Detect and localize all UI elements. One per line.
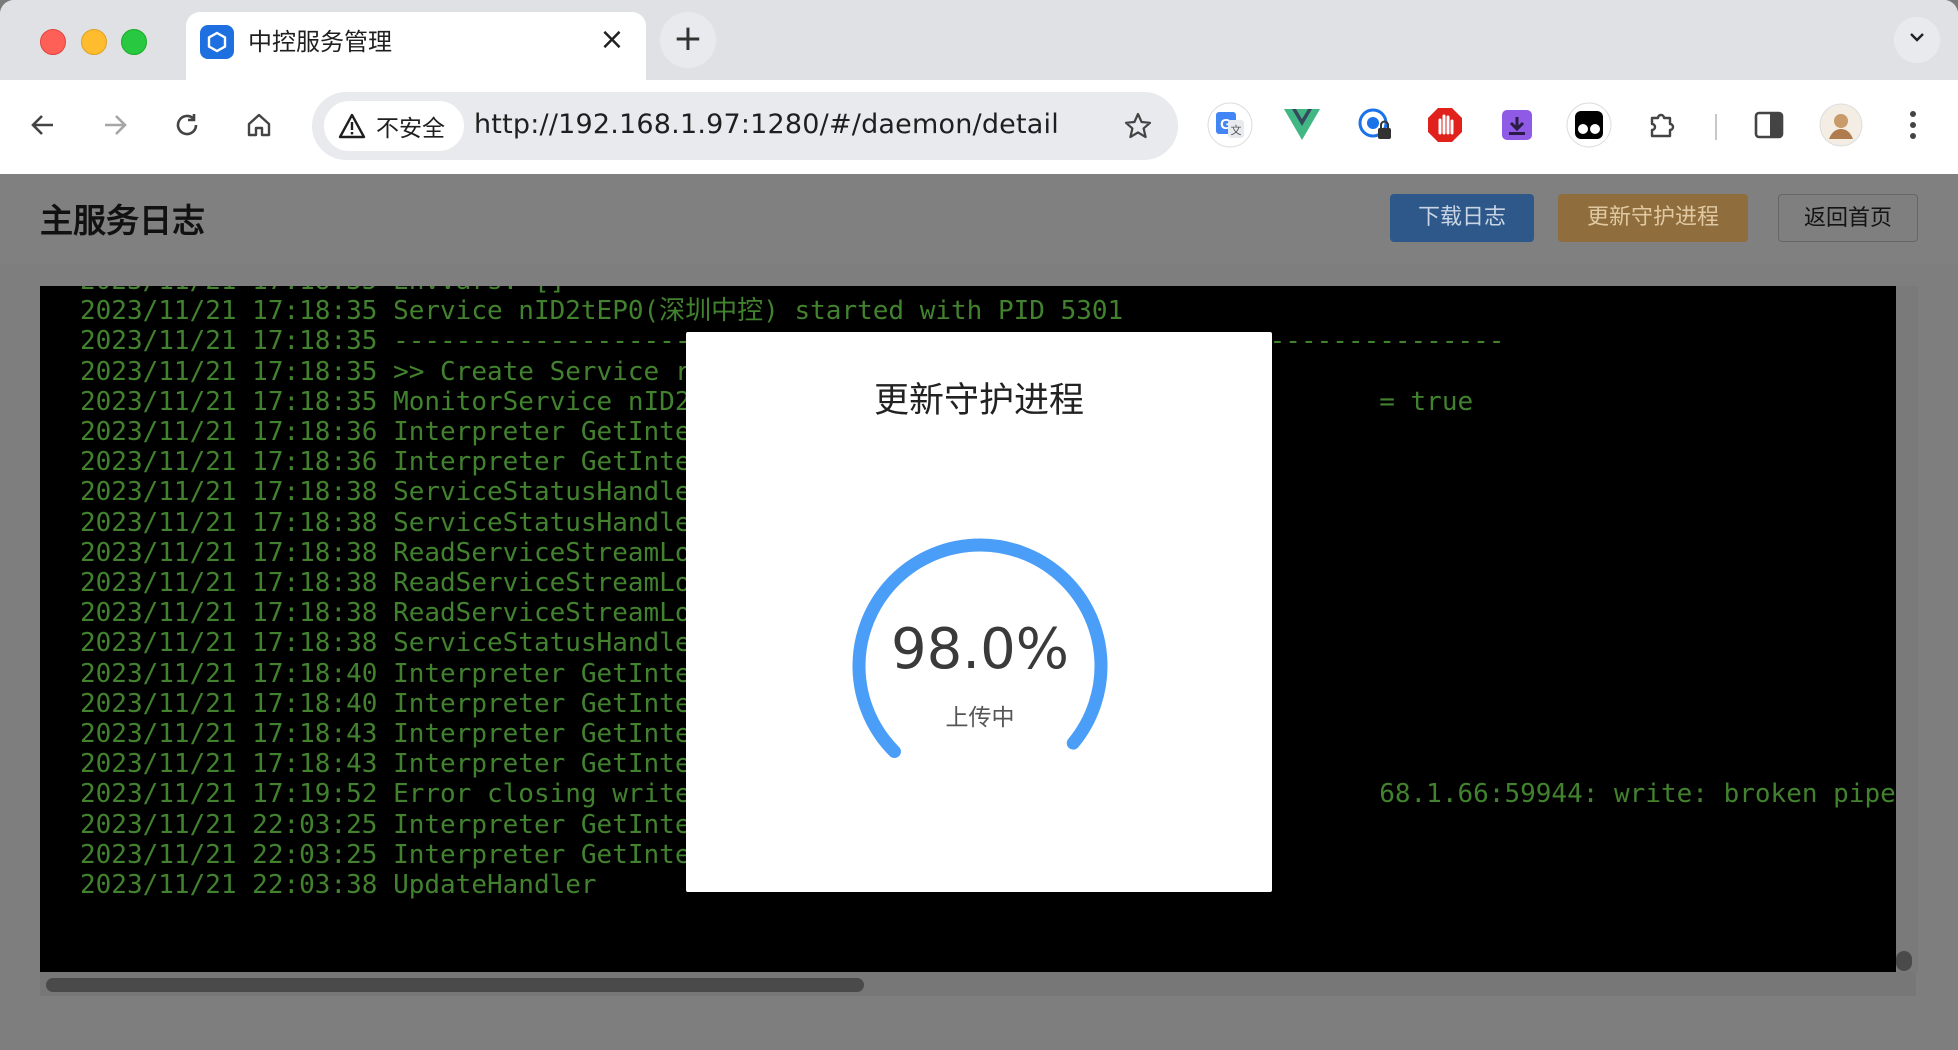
toolbar-divider	[1715, 114, 1717, 140]
tab-title: 中控服务管理	[248, 28, 392, 56]
progress-percent: 98.0%	[891, 617, 1069, 682]
security-chip[interactable]: 不安全	[324, 101, 464, 151]
kebab-menu-icon[interactable]	[1888, 100, 1938, 150]
browser-toolbar: 不安全 http://192.168.1.97:1280/#/daemon/de…	[0, 80, 1958, 174]
log-line: 2023/11/21 17:18:35 EnvVars: []	[80, 286, 1896, 296]
svg-text:文: 文	[1231, 123, 1242, 137]
adblock-icon[interactable]	[1420, 100, 1470, 150]
reload-icon[interactable]	[164, 102, 210, 148]
security-label: 不安全	[376, 116, 445, 142]
progress-status: 上传中	[945, 705, 1015, 731]
browser-tab-active[interactable]: 中控服务管理 ×	[186, 12, 646, 80]
url-text[interactable]: http://192.168.1.97:1280/#/daemon/detail	[474, 109, 1059, 140]
downloader-icon[interactable]	[1492, 100, 1542, 150]
extensions-puzzle-icon[interactable]	[1637, 100, 1687, 150]
password-manager-icon[interactable]	[1350, 100, 1400, 150]
log-line: 2023/11/21 17:18:35 Service nID2tEP0(深圳中…	[80, 296, 1124, 327]
log-vertical-scroll-thumb[interactable]	[1896, 951, 1912, 971]
window-zoom-button[interactable]	[121, 29, 147, 55]
address-bar[interactable]: 不安全 http://192.168.1.97:1280/#/daemon/de…	[312, 92, 1178, 160]
log-vertical-scrollbar[interactable]	[1896, 286, 1918, 972]
progress-gauge: 98.0% 上传中	[846, 532, 1114, 800]
side-panel-icon[interactable]	[1744, 100, 1794, 150]
bookmark-star-icon[interactable]	[1116, 104, 1160, 148]
site-favicon-icon	[200, 25, 234, 59]
back-icon[interactable]	[20, 102, 66, 148]
page-header: 主服务日志 下载日志 更新守护进程 返回首页	[0, 174, 1958, 264]
update-daemon-dialog: 更新守护进程 98.0% 上传中	[686, 332, 1272, 892]
google-translate-icon[interactable]: G文	[1205, 100, 1255, 150]
avatar-icon[interactable]	[1816, 100, 1866, 150]
tab-search-chevron-icon[interactable]	[1894, 17, 1940, 63]
dialog-title: 更新守护进程	[873, 381, 1084, 421]
window-minimize-button[interactable]	[81, 29, 107, 55]
tab-close-icon[interactable]: ×	[596, 24, 628, 56]
window-close-button[interactable]	[40, 29, 66, 55]
warning-icon	[338, 113, 366, 139]
home-icon[interactable]	[236, 102, 282, 148]
log-horizontal-scroll-thumb[interactable]	[46, 978, 864, 992]
new-tab-button[interactable]: +	[660, 12, 716, 68]
tampermonkey-icon[interactable]	[1564, 100, 1614, 150]
back-home-button[interactable]: 返回首页	[1778, 194, 1918, 242]
vue-devtools-icon[interactable]	[1277, 100, 1327, 150]
forward-icon[interactable]	[92, 102, 138, 148]
update-daemon-button[interactable]: 更新守护进程	[1558, 194, 1748, 242]
tab-strip: 中控服务管理 × +	[0, 0, 1958, 80]
download-log-button[interactable]: 下载日志	[1390, 194, 1534, 242]
page-title: 主服务日志	[40, 201, 205, 240]
browser-chrome: 中控服务管理 × + 不安全 http://192.168.1.97:1280/…	[0, 0, 1958, 174]
